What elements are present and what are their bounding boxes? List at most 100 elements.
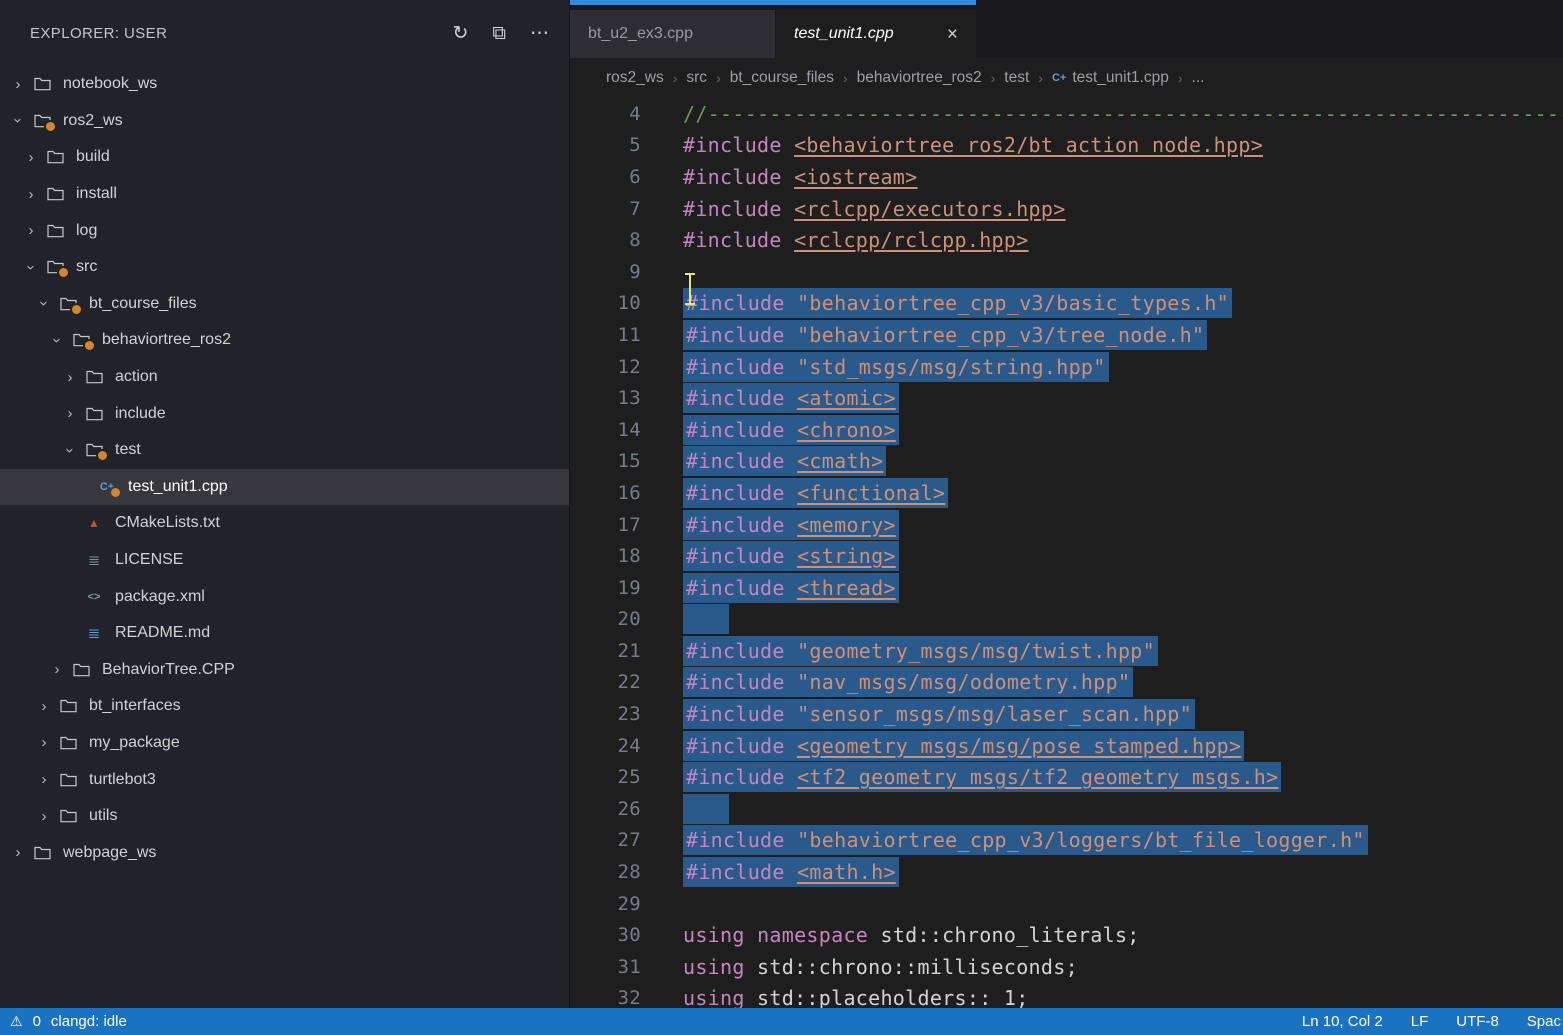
code-line-18[interactable]: 18#include <string>	[570, 540, 1563, 572]
tree-item-BehaviorTree.CPP[interactable]: ›BehaviorTree.CPP	[0, 652, 569, 689]
code-line-8[interactable]: 8#include <rclcpp/rclcpp.hpp>	[570, 224, 1563, 256]
chevron-down-icon[interactable]: ›	[10, 111, 27, 131]
tree-item-ros2_ws[interactable]: ›ros2_ws	[0, 103, 569, 140]
chevron-right-icon[interactable]: ›	[8, 844, 28, 861]
code-line-5[interactable]: 5#include <behaviortree_ros2/bt_action_n…	[570, 130, 1563, 162]
tree-item-bt_interfaces[interactable]: ›bt_interfaces	[0, 688, 569, 725]
collapse-folders-icon[interactable]: ⧉	[492, 24, 506, 43]
chevron-right-icon[interactable]: ›	[47, 661, 67, 678]
tree-item-test[interactable]: ›test	[0, 432, 569, 469]
code-line-9[interactable]: 9	[570, 256, 1563, 288]
line-number[interactable]: 21	[570, 640, 641, 662]
tree-item-src[interactable]: ›src	[0, 249, 569, 286]
line-number[interactable]: 4	[570, 103, 641, 125]
line-number[interactable]: 5	[570, 134, 641, 156]
tree-item-include[interactable]: ›include	[0, 395, 569, 432]
code-line-30[interactable]: 30using namespace std::chrono_literals;	[570, 919, 1563, 951]
tree-item-README.md[interactable]: ≣README.md	[0, 615, 569, 652]
breadcrumb-item-src[interactable]: src	[686, 69, 707, 87]
line-number[interactable]: 17	[570, 514, 641, 536]
breadcrumb-item-test_unit1cpp[interactable]: C+test_unit1.cpp	[1052, 69, 1169, 87]
tree-item-CMakeLists.txt[interactable]: ▲CMakeLists.txt	[0, 505, 569, 542]
refresh-explorer-icon[interactable]: ↻	[453, 24, 469, 43]
tree-item-my_package[interactable]: ›my_package	[0, 725, 569, 762]
line-number[interactable]: 22	[570, 671, 641, 693]
tree-item-utils[interactable]: ›utils	[0, 798, 569, 835]
line-number[interactable]: 11	[570, 324, 641, 346]
tree-item-package.xml[interactable]: <>package.xml	[0, 578, 569, 615]
code-line-23[interactable]: 23#include "sensor_msgs/msg/laser_scan.h…	[570, 698, 1563, 730]
code-line-4[interactable]: 4//-------------------------------------…	[570, 98, 1563, 130]
line-number[interactable]: 29	[570, 893, 641, 915]
tree-item-test_unit1.cpp[interactable]: C+test_unit1.cpp	[0, 469, 569, 506]
line-number[interactable]: 14	[570, 419, 641, 441]
line-number[interactable]: 28	[570, 861, 641, 883]
line-number[interactable]: 9	[570, 261, 641, 283]
close-icon[interactable]: ×	[947, 25, 958, 44]
tree-item-notebook_ws[interactable]: ›notebook_ws	[0, 66, 569, 103]
line-number[interactable]: 15	[570, 450, 641, 472]
code-line-16[interactable]: 16#include <functional>	[570, 477, 1563, 509]
code-line-15[interactable]: 15#include <cmath>	[570, 446, 1563, 478]
code-line-28[interactable]: 28#include <math.h>	[570, 856, 1563, 888]
code-line-7[interactable]: 7#include <rclcpp/executors.hpp>	[570, 193, 1563, 225]
chevron-right-icon[interactable]: ›	[34, 771, 54, 788]
line-number[interactable]: 25	[570, 766, 641, 788]
chevron-right-icon[interactable]: ›	[34, 808, 54, 825]
code-line-20[interactable]: 20	[570, 604, 1563, 636]
line-number[interactable]: 13	[570, 387, 641, 409]
tab-test_unit1[interactable]: test_unit1.cpp ×	[776, 10, 976, 58]
breadcrumb-item-bt_course_files[interactable]: bt_course_files	[730, 69, 834, 87]
line-number[interactable]: 26	[570, 798, 641, 820]
line-number[interactable]: 20	[570, 608, 641, 630]
warning-icon[interactable]: ⚠	[10, 1013, 23, 1030]
tree-item-bt_course_files[interactable]: ›bt_course_files	[0, 286, 569, 323]
tree-item-webpage_ws[interactable]: ›webpage_ws	[0, 834, 569, 871]
line-number[interactable]: 24	[570, 735, 641, 757]
breadcrumb-item-test[interactable]: test	[1004, 69, 1029, 87]
breadcrumb-item-ros2_ws[interactable]: ros2_ws	[606, 69, 664, 87]
code-line-24[interactable]: 24#include <geometry_msgs/msg/pose_stamp…	[570, 730, 1563, 762]
more-actions-icon[interactable]: ⋯	[530, 24, 549, 43]
code-line-29[interactable]: 29	[570, 888, 1563, 920]
code-line-27[interactable]: 27#include "behaviortree_cpp_v3/loggers/…	[570, 825, 1563, 857]
code-line-11[interactable]: 11#include "behaviortree_cpp_v3/tree_nod…	[570, 319, 1563, 351]
chevron-down-icon[interactable]: ›	[62, 440, 79, 460]
code-line-26[interactable]: 26	[570, 793, 1563, 825]
line-number[interactable]: 8	[570, 229, 641, 251]
code-line-22[interactable]: 22#include "nav_msgs/msg/odometry.hpp"	[570, 667, 1563, 699]
line-number[interactable]: 31	[570, 956, 641, 978]
tree-item-action[interactable]: ›action	[0, 359, 569, 396]
indent-indicator[interactable]: Spac	[1527, 1013, 1561, 1030]
line-number[interactable]: 16	[570, 482, 641, 504]
code-editor[interactable]: 4//-------------------------------------…	[570, 98, 1563, 1014]
clangd-status[interactable]: clangd: idle	[51, 1013, 127, 1030]
breadcrumb-item-[interactable]: ...	[1192, 69, 1205, 87]
code-line-17[interactable]: 17#include <memory>	[570, 509, 1563, 541]
chevron-right-icon[interactable]: ›	[8, 76, 28, 93]
tree-item-LICENSE[interactable]: ≣LICENSE	[0, 542, 569, 579]
code-line-13[interactable]: 13#include <atomic>	[570, 382, 1563, 414]
code-line-6[interactable]: 6#include <iostream>	[570, 161, 1563, 193]
cursor-position[interactable]: Ln 10, Col 2	[1302, 1013, 1383, 1030]
encoding-indicator[interactable]: UTF-8	[1456, 1013, 1499, 1030]
chevron-right-icon[interactable]: ›	[21, 186, 41, 203]
line-number[interactable]: 12	[570, 356, 641, 378]
code-line-21[interactable]: 21#include "geometry_msgs/msg/twist.hpp"	[570, 635, 1563, 667]
tree-item-behaviortree_ros2[interactable]: ›behaviortree_ros2	[0, 322, 569, 359]
line-number[interactable]: 27	[570, 829, 641, 851]
line-number[interactable]: 10	[570, 292, 641, 314]
line-number[interactable]: 19	[570, 577, 641, 599]
chevron-down-icon[interactable]: ›	[23, 257, 40, 277]
chevron-right-icon[interactable]: ›	[34, 734, 54, 751]
line-number[interactable]: 18	[570, 545, 641, 567]
tab-bt_u2_ex3[interactable]: bt_u2_ex3.cpp	[570, 10, 776, 58]
line-number[interactable]: 30	[570, 924, 641, 946]
chevron-down-icon[interactable]: ›	[36, 294, 53, 314]
code-line-19[interactable]: 19#include <thread>	[570, 572, 1563, 604]
eol-indicator[interactable]: LF	[1411, 1013, 1429, 1030]
code-line-31[interactable]: 31using std::chrono::milliseconds;	[570, 951, 1563, 983]
chevron-right-icon[interactable]: ›	[60, 405, 80, 422]
tree-item-turtlebot3[interactable]: ›turtlebot3	[0, 761, 569, 798]
chevron-right-icon[interactable]: ›	[60, 369, 80, 386]
